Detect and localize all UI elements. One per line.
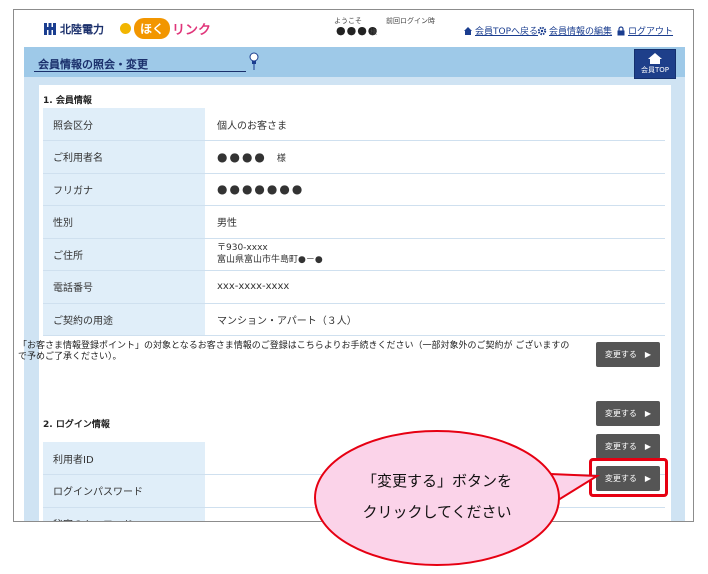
member-top-button[interactable]: 会員TOP — [634, 49, 676, 79]
callout-line-2: クリックしてください — [362, 503, 512, 521]
table-row: 電話番号 xxx-xxxx-xxxx — [43, 270, 665, 304]
row-value: ●●●●●●● — [205, 173, 665, 206]
change-user-id-button[interactable]: 変更する ▶ — [596, 401, 660, 426]
row-label: ご住所 — [43, 238, 205, 271]
lightbulb-icon — [249, 52, 259, 70]
table-row: ご利用者名 ●●●● 様 — [43, 140, 665, 174]
brand-badge: ほく — [134, 17, 171, 39]
postal-code: 〒930-xxxx — [217, 243, 268, 254]
row-label: 性別 — [43, 205, 205, 239]
registration-notice: 「お客さま情報登録ポイント」の対象となるお客さま情報のご登録はこちらよりお手続き… — [18, 341, 570, 362]
row-value: 男性 — [205, 205, 665, 239]
logout-link[interactable]: ログアウト — [616, 24, 673, 37]
table-row: 照会区分 個人のお客さま — [43, 108, 665, 141]
change-button-label: 変更する — [604, 350, 637, 359]
row-label: 電話番号 — [43, 270, 205, 304]
row-label: ご契約の用途 — [43, 303, 205, 336]
user-name-value: ●●●● — [217, 149, 267, 164]
title-underline — [34, 71, 246, 72]
user-name-suffix: 様 — [276, 153, 286, 164]
address-line: 富山県富山市牛島町●－● — [217, 255, 323, 266]
section-title-login-info: 2. ログイン情報 — [43, 420, 110, 430]
edit-member-link-label: 会員情報の編集 — [549, 27, 613, 37]
lock-icon — [617, 25, 625, 35]
row-label: 秘密のキーワード — [43, 507, 205, 521]
change-button-label: 変更する — [604, 442, 637, 451]
member-info-table: 照会区分 個人のお客さま ご利用者名 ●●●● 様 フリガナ ●●●●●●● 性別… — [43, 108, 665, 336]
row-label: フリガナ — [43, 173, 205, 206]
change-member-info-button[interactable]: 変更する ▶ — [596, 342, 660, 367]
table-row: ご契約の用途 マンション・アパート（３人） — [43, 303, 665, 336]
row-value: マンション・アパート（３人） — [205, 303, 665, 336]
chevron-right-icon: ▶ — [644, 350, 652, 359]
change-password-button[interactable]: 変更する ▶ — [596, 434, 660, 459]
site-header: 北陸電力 ほく リンク ようこそ ●●●● 様 前回ログイン時 会員TOPへ戻る… — [14, 10, 693, 47]
row-value: ●●●● 様 — [205, 140, 665, 174]
row-value: xxx-xxxx-xxxx — [205, 270, 665, 304]
table-row: フリガナ ●●●●●●● — [43, 173, 665, 206]
last-login-label: 前回ログイン時 — [386, 17, 435, 25]
row-label: ご利用者名 — [43, 140, 205, 174]
furigana-value: ●●●●●●● — [217, 182, 305, 197]
section-title-member-info: 1. 会員情報 — [43, 96, 92, 106]
chevron-right-icon: ▶ — [644, 442, 652, 451]
table-row: ご住所 〒930-xxxx 富山県富山市牛島町●－● — [43, 238, 665, 271]
brand-dot-icon — [120, 22, 131, 34]
change-button-label: 変更する — [604, 409, 637, 418]
callout-line-1: 「変更する」ボタンを — [361, 472, 512, 490]
company-name: 北陸電力 — [60, 23, 104, 36]
page-title: 会員情報の照会・変更 — [38, 58, 148, 71]
home-icon — [648, 53, 662, 64]
brand-logo: ほく リンク — [120, 16, 211, 40]
row-label: ログインパスワード — [43, 474, 205, 508]
home-icon — [464, 26, 472, 35]
gear-icon — [537, 26, 547, 35]
member-top-link-label: 会員TOPへ戻る — [475, 27, 539, 37]
row-label: 照会区分 — [43, 108, 205, 141]
row-value: 個人のお客さま — [205, 108, 665, 141]
logout-link-label: ログアウト — [628, 27, 674, 37]
member-top-link[interactable]: 会員TOPへ戻る — [463, 24, 538, 37]
member-top-button-label: 会員TOP — [640, 66, 669, 74]
edit-member-link[interactable]: 会員情報の編集 — [537, 24, 612, 37]
company-logo-icon — [44, 23, 56, 35]
brand-name: リンク — [172, 22, 212, 38]
instruction-callout: 「変更する」ボタンを クリックしてください — [312, 428, 602, 568]
page-title-bar: 会員情報の照会・変更 会員TOP — [24, 47, 685, 79]
user-honorific: 様 — [370, 28, 377, 36]
row-value: 〒930-xxxx 富山県富山市牛島町●－● — [205, 238, 665, 271]
callout-text: 「変更する」ボタンを クリックしてください — [312, 466, 562, 528]
chevron-right-icon: ▶ — [644, 409, 652, 418]
row-label: 利用者ID — [43, 442, 205, 475]
table-row: 性別 男性 — [43, 205, 665, 239]
